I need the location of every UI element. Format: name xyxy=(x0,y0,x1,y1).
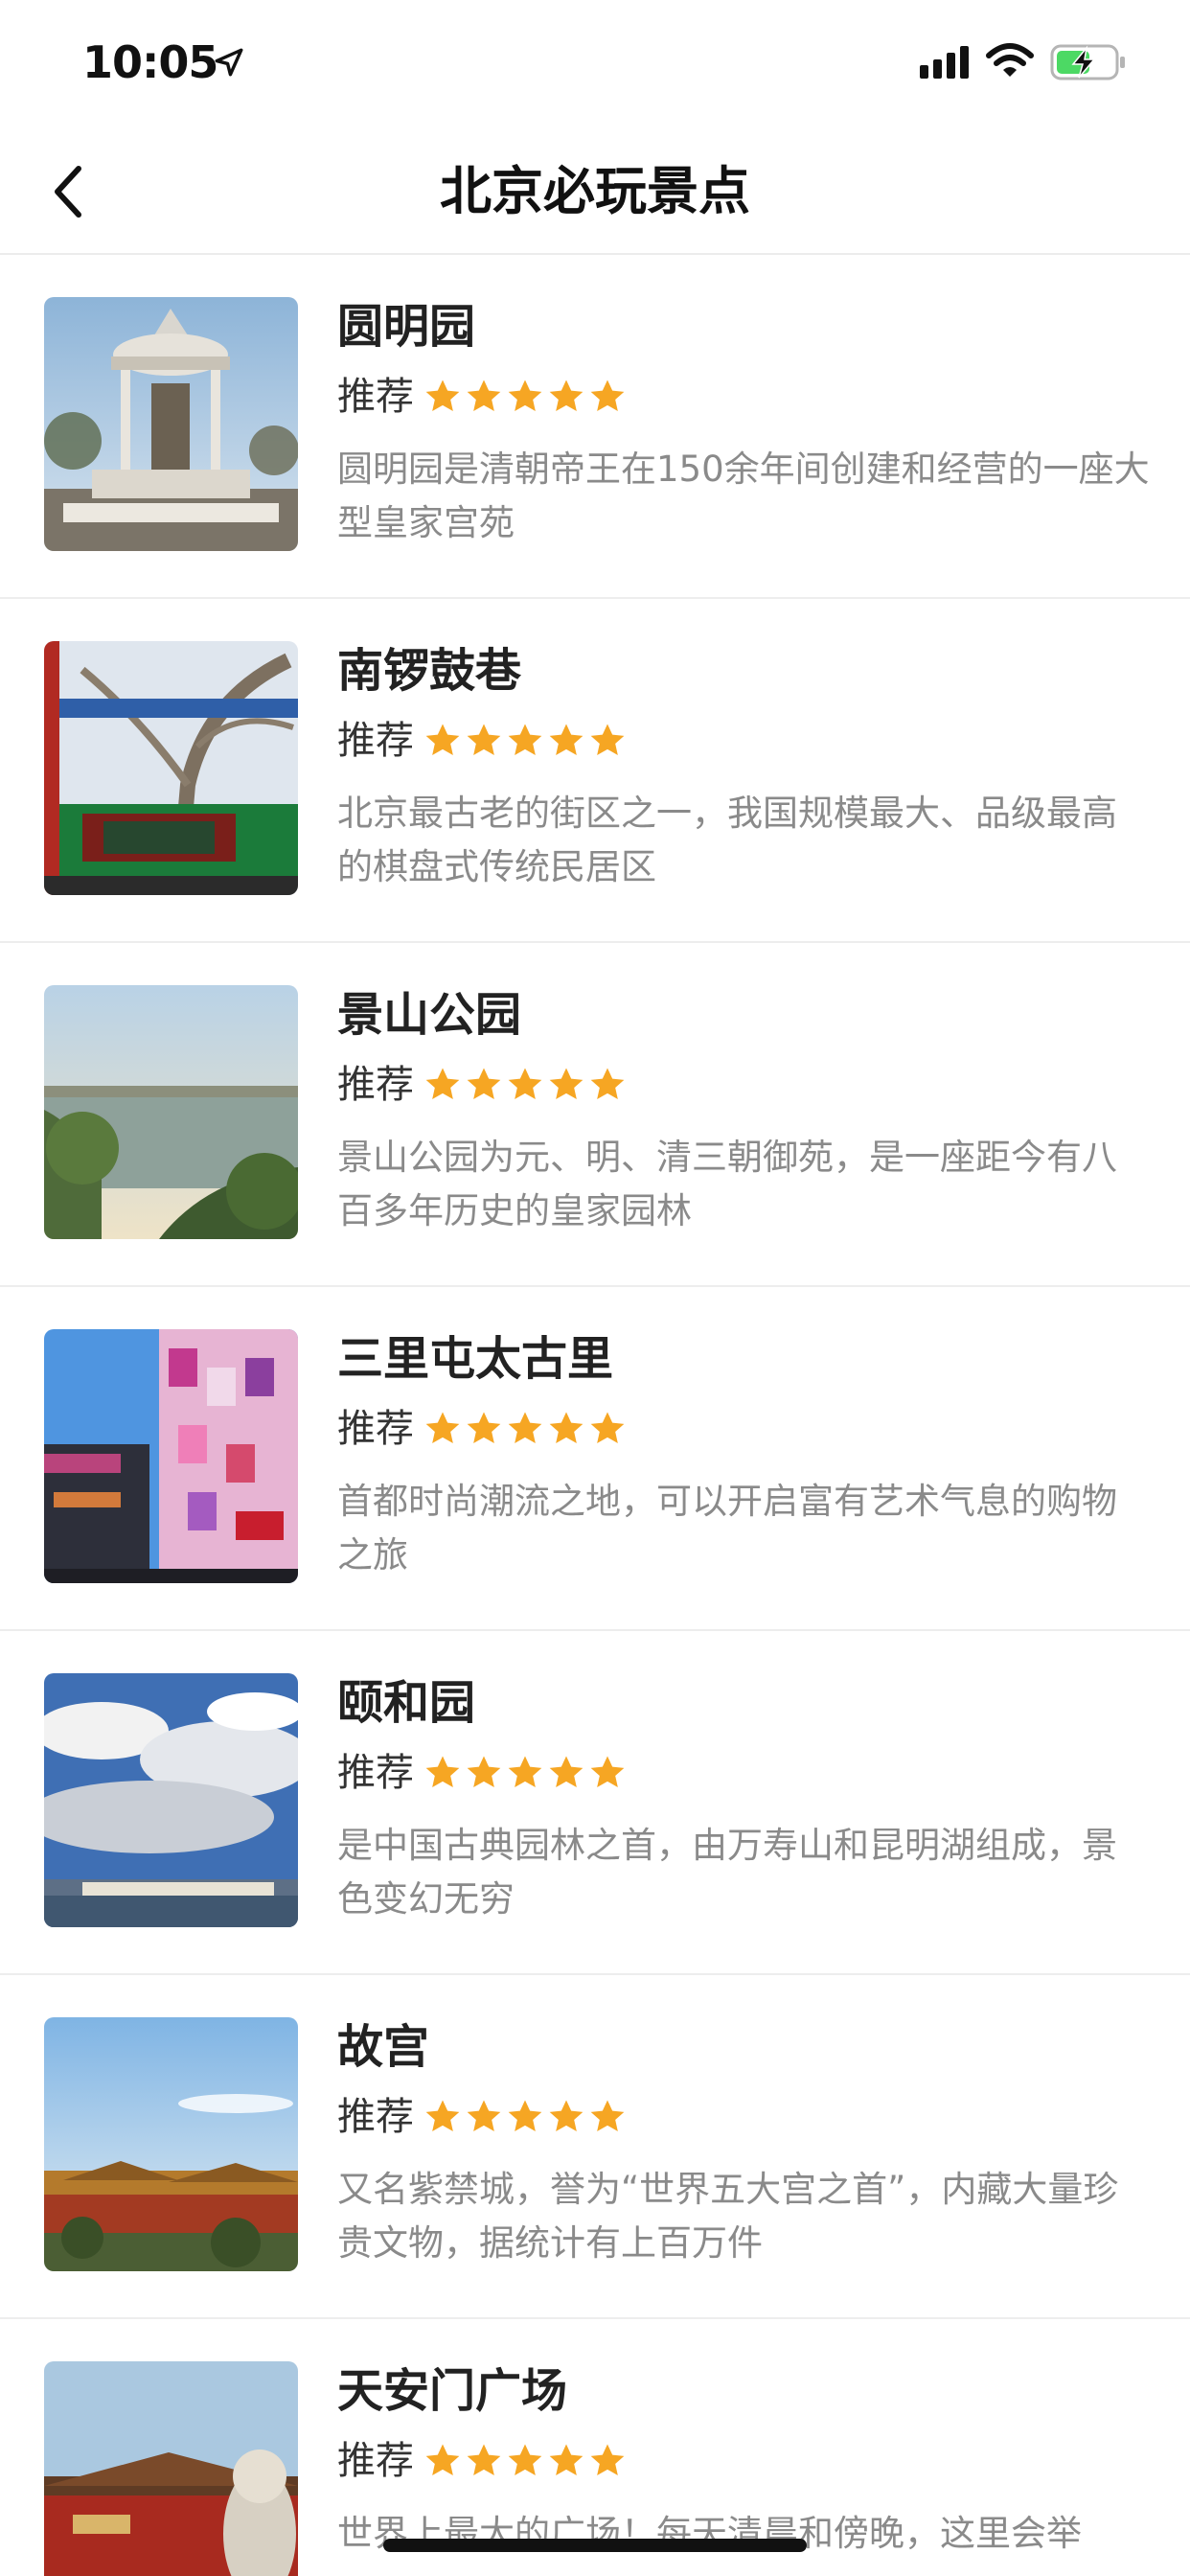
star-icon xyxy=(425,2444,460,2475)
attraction-name: 景山公园 xyxy=(337,988,522,1042)
rating-row: 推荐 xyxy=(337,368,629,426)
list-item[interactable]: 故宫 推荐 又名紫禁城，誉为“世界五大宫之首”，内藏大量珍贵文物，据统计有上百万… xyxy=(0,1975,1190,2319)
page-title: 北京必玩景点 xyxy=(440,161,750,221)
attraction-name: 颐和园 xyxy=(337,1676,476,1730)
attraction-photo xyxy=(44,1673,298,1927)
star-icon xyxy=(549,1412,584,1443)
star-icon xyxy=(508,2100,542,2131)
battery-charging-icon xyxy=(1050,44,1125,80)
list-item[interactable]: 南锣鼓巷 推荐 北京最古老的街区之一，我国规模最大、品级最高的棋盘式传统民居区 xyxy=(0,599,1190,943)
rating-row: 推荐 xyxy=(337,712,629,770)
rating-row: 推荐 xyxy=(337,1056,629,1114)
attraction-photo xyxy=(44,641,298,895)
attraction-photo xyxy=(44,985,298,1239)
recommend-label: 推荐 xyxy=(337,719,414,763)
nav-bar: 北京必玩景点 xyxy=(0,126,1190,255)
signal-icon xyxy=(920,46,969,79)
star-icon xyxy=(549,1068,584,1099)
rating-row: 推荐 xyxy=(337,2432,629,2490)
rating-row: 推荐 xyxy=(337,2088,629,2146)
star-icon xyxy=(467,2444,501,2475)
attraction-name: 三里屯太古里 xyxy=(337,1332,614,1386)
star-icon xyxy=(508,380,542,411)
star-icon xyxy=(467,2100,501,2131)
star-icon xyxy=(549,380,584,411)
star-icon xyxy=(508,1412,542,1443)
attraction-list: 圆明园 推荐 圆明园是清朝帝王在150余年间创建和经营的一座大型皇家宫苑 南锣鼓… xyxy=(0,255,1190,2576)
recommend-label: 推荐 xyxy=(337,2095,414,2139)
star-icon xyxy=(508,1756,542,1787)
attraction-description: 北京最古老的街区之一，我国规模最大、品级最高的棋盘式传统民居区 xyxy=(337,793,1117,887)
attraction-name: 圆明园 xyxy=(337,300,476,354)
star-icon xyxy=(425,1068,460,1099)
attraction-description: 是中国古典园林之首，由万寿山和昆明湖组成，景色变幻无穷 xyxy=(337,1825,1117,1920)
star-icon xyxy=(590,2100,625,2131)
star-icon xyxy=(425,380,460,411)
list-item[interactable]: 天安门广场 推荐 世界上最大的广场！每天清晨和傍晚，这里会举 xyxy=(0,2319,1190,2576)
star-icon xyxy=(549,1756,584,1787)
attraction-name: 故宫 xyxy=(337,2020,430,2074)
star-icon xyxy=(549,2444,584,2475)
star-icon xyxy=(425,1756,460,1787)
star-icon xyxy=(508,724,542,755)
rating-row: 推荐 xyxy=(337,1400,629,1458)
list-item[interactable]: 颐和园 推荐 是中国古典园林之首，由万寿山和昆明湖组成，景色变幻无穷 xyxy=(0,1631,1190,1975)
star-icon xyxy=(425,2100,460,2131)
status-time: 10:05 xyxy=(82,36,218,88)
star-icon xyxy=(467,724,501,755)
star-icon xyxy=(467,1412,501,1443)
recommend-label: 推荐 xyxy=(337,375,414,419)
star-icon xyxy=(425,1412,460,1443)
recommend-label: 推荐 xyxy=(337,1063,414,1107)
attraction-name: 天安门广场 xyxy=(337,2364,568,2418)
wifi-icon xyxy=(986,43,1034,77)
star-icon xyxy=(590,724,625,755)
star-icon xyxy=(425,724,460,755)
list-item[interactable]: 三里屯太古里 推荐 首都时尚潮流之地，可以开启富有艺术气息的购物之旅 xyxy=(0,1287,1190,1631)
status-bar: 10:05 xyxy=(0,0,1190,126)
attraction-photo xyxy=(44,2361,298,2576)
attraction-description: 世界上最大的广场！每天清晨和傍晚，这里会举 xyxy=(337,2513,1082,2554)
star-icon xyxy=(590,1412,625,1443)
star-icon xyxy=(590,380,625,411)
star-icon xyxy=(549,724,584,755)
attraction-photo xyxy=(44,2017,298,2271)
star-icon xyxy=(590,1068,625,1099)
attraction-description: 又名紫禁城，誉为“世界五大宫之首”，内藏大量珍贵文物，据统计有上百万件 xyxy=(337,2169,1119,2264)
star-icon xyxy=(590,1756,625,1787)
star-icon xyxy=(467,380,501,411)
attraction-description: 首都时尚潮流之地，可以开启富有艺术气息的购物之旅 xyxy=(337,1481,1117,1576)
attraction-photo xyxy=(44,297,298,551)
list-item[interactable]: 景山公园 推荐 景山公园为元、明、清三朝御苑，是一座距今有八百多年历史的皇家园林 xyxy=(0,943,1190,1287)
attraction-photo xyxy=(44,1329,298,1583)
star-icon xyxy=(508,1068,542,1099)
star-icon xyxy=(549,2100,584,2131)
star-icon xyxy=(467,1756,501,1787)
attraction-description: 圆明园是清朝帝王在150余年间创建和经营的一座大型皇家宫苑 xyxy=(337,448,1150,543)
recommend-label: 推荐 xyxy=(337,1751,414,1795)
rating-row: 推荐 xyxy=(337,1744,629,1802)
attraction-description: 景山公园为元、明、清三朝御苑，是一座距今有八百多年历史的皇家园林 xyxy=(337,1137,1117,1231)
recommend-label: 推荐 xyxy=(337,2439,414,2483)
star-icon xyxy=(590,2444,625,2475)
home-indicator[interactable] xyxy=(383,2539,807,2552)
location-arrow-icon xyxy=(215,48,243,77)
attraction-name: 南锣鼓巷 xyxy=(337,644,522,698)
star-icon xyxy=(508,2444,542,2475)
list-item[interactable]: 圆明园 推荐 圆明园是清朝帝王在150余年间创建和经营的一座大型皇家宫苑 xyxy=(0,255,1190,599)
star-icon xyxy=(467,1068,501,1099)
recommend-label: 推荐 xyxy=(337,1407,414,1451)
